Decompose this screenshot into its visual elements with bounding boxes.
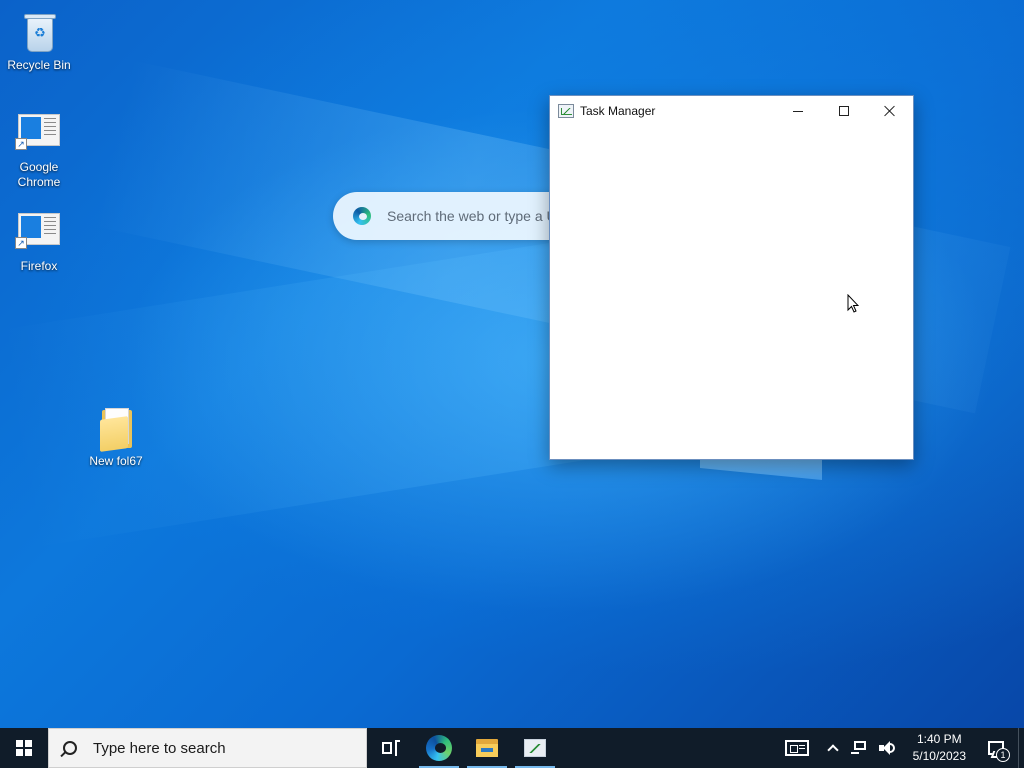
app-shortcut-icon: ↗ xyxy=(15,110,63,158)
chevron-up-icon xyxy=(826,744,839,756)
maximize-button[interactable] xyxy=(821,96,867,126)
window-title: Task Manager xyxy=(580,104,656,118)
desktop: ♻ Recycle Bin ↗ Google Chrome ↗ Firefox … xyxy=(0,0,1024,728)
minimize-button[interactable] xyxy=(775,96,821,126)
notification-count-badge: 1 xyxy=(996,748,1010,762)
task-view-button[interactable] xyxy=(367,728,415,768)
desktop-icon-firefox[interactable]: ↗ Firefox xyxy=(1,209,77,274)
show-desktop-button[interactable] xyxy=(1018,728,1024,768)
desktop-icon-label: Recycle Bin xyxy=(7,58,71,72)
action-center-button[interactable]: 1 xyxy=(976,728,1016,768)
title-bar[interactable]: Task Manager xyxy=(550,96,913,126)
desktop-icon-folder[interactable]: New fol67 xyxy=(78,404,154,469)
folder-icon xyxy=(92,404,140,452)
window-controls xyxy=(775,96,913,126)
edge-icon xyxy=(353,207,371,225)
windows-logo-icon xyxy=(16,740,32,756)
system-tray: 1:40 PM 5/10/2023 1 xyxy=(773,728,1024,768)
news-and-interests-button[interactable] xyxy=(773,728,821,768)
taskbar-task-manager-button[interactable] xyxy=(511,728,559,768)
task-manager-window[interactable]: Task Manager xyxy=(549,95,914,460)
file-explorer-icon xyxy=(476,739,498,757)
app-shortcut-icon: ↗ xyxy=(15,209,63,257)
taskbar-search-box[interactable]: Type here to search xyxy=(48,728,367,768)
desktop-icon-label: Google Chrome xyxy=(17,160,61,189)
show-hidden-icons-button[interactable] xyxy=(821,728,845,768)
minimize-icon xyxy=(793,110,803,112)
desktop-icon-label: New fol67 xyxy=(89,454,143,468)
search-icon xyxy=(63,741,77,755)
taskbar: Type here to search 1:40 PM 5/10/2023 1 xyxy=(0,728,1024,768)
taskbar-edge-button[interactable] xyxy=(415,728,463,768)
clock-time: 1:40 PM xyxy=(916,732,962,746)
taskbar-search-placeholder: Type here to search xyxy=(93,739,226,757)
maximize-icon xyxy=(839,106,849,116)
desktop-icon-google-chrome[interactable]: ↗ Google Chrome xyxy=(1,110,77,190)
news-icon xyxy=(784,740,809,756)
edge-search-box[interactable]: Search the web or type a U xyxy=(333,192,573,240)
volume-icon xyxy=(878,740,897,756)
edge-search-placeholder: Search the web or type a U xyxy=(387,208,557,224)
clock-date: 5/10/2023 xyxy=(912,749,966,763)
desktop-icon-label: Firefox xyxy=(20,259,58,273)
network-button[interactable] xyxy=(845,728,873,768)
close-icon xyxy=(884,105,896,117)
task-manager-icon xyxy=(524,739,546,757)
edge-icon xyxy=(426,735,452,761)
window-content xyxy=(550,126,913,459)
start-button[interactable] xyxy=(0,728,48,768)
recycle-bin-icon: ♻ xyxy=(15,8,63,56)
close-button[interactable] xyxy=(867,96,913,126)
task-manager-icon xyxy=(558,104,574,118)
taskbar-file-explorer-button[interactable] xyxy=(463,728,511,768)
volume-button[interactable] xyxy=(873,728,903,768)
task-view-icon xyxy=(382,740,400,756)
desktop-icon-recycle-bin[interactable]: ♻ Recycle Bin xyxy=(1,8,77,73)
network-icon xyxy=(850,741,867,755)
clock[interactable]: 1:40 PM 5/10/2023 xyxy=(903,728,976,768)
